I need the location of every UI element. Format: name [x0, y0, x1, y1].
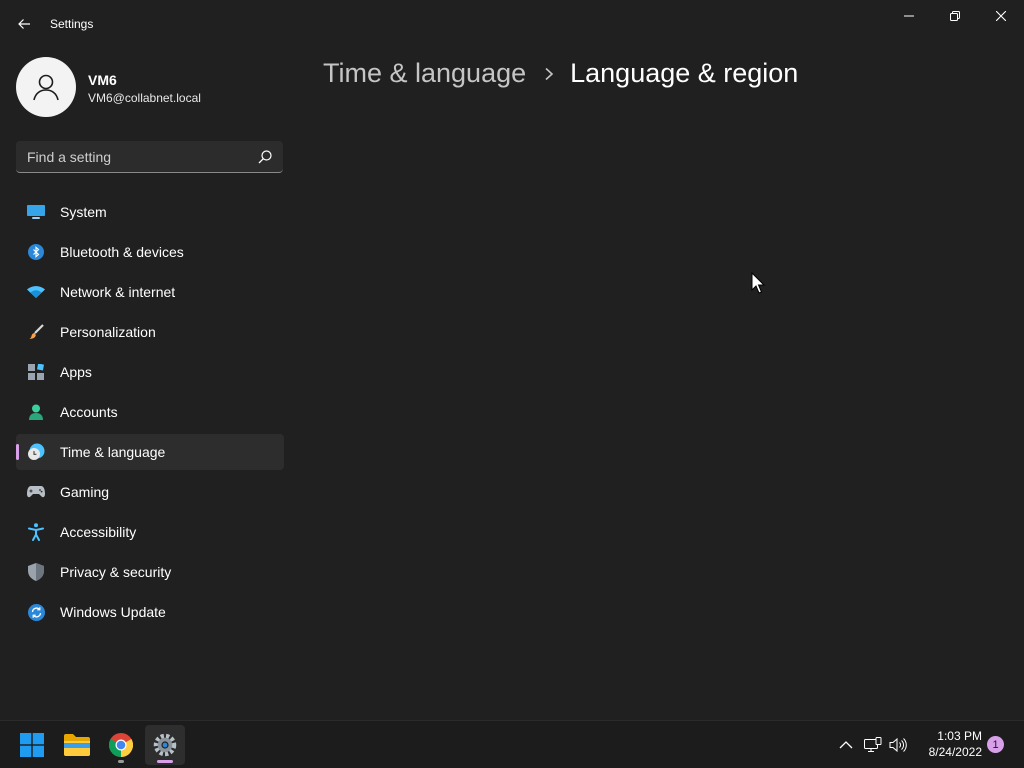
breadcrumb: Time & language Language & region — [323, 58, 798, 89]
page-title: Language & region — [570, 58, 799, 88]
back-arrow-icon — [18, 19, 30, 29]
breadcrumb-parent[interactable]: Time & language — [323, 58, 526, 89]
sidebar-item-system[interactable]: System — [16, 194, 284, 230]
sidebar-item-accounts[interactable]: Accounts — [16, 394, 284, 430]
network-tray-button[interactable] — [863, 735, 883, 755]
chevron-up-icon — [839, 741, 853, 749]
settings-icon — [153, 733, 177, 757]
selection-indicator — [16, 444, 19, 460]
sidebar-item-network[interactable]: Network & internet — [16, 274, 284, 310]
user-email: VM6@collabnet.local — [88, 91, 201, 105]
bluetooth-icon — [27, 243, 45, 261]
sidebar-item-accessibility[interactable]: Accessibility — [16, 514, 284, 550]
active-indicator — [157, 760, 173, 763]
system-icon — [27, 203, 45, 221]
wifi-icon — [27, 283, 45, 301]
sidebar-item-label: Bluetooth & devices — [60, 244, 184, 260]
back-button[interactable] — [10, 10, 38, 38]
app-title: Settings — [50, 17, 94, 31]
chevron-right-icon — [544, 67, 554, 81]
shield-icon — [27, 563, 45, 581]
sidebar-item-personalization[interactable]: Personalization — [16, 314, 284, 350]
clock-time: 1:03 PM — [937, 729, 982, 743]
sidebar-item-label: Apps — [60, 364, 92, 380]
sidebar-item-windows-update[interactable]: Windows Update — [16, 594, 284, 630]
search-icon[interactable] — [257, 149, 273, 165]
sidebar-item-label: System — [60, 204, 107, 220]
accessibility-icon — [27, 523, 45, 541]
mouse-cursor-icon — [751, 272, 765, 294]
clock-date: 8/24/2022 — [928, 745, 982, 759]
clock[interactable]: 1:03 PM 8/24/2022 — [912, 728, 982, 760]
sidebar-nav: System Bluetooth & devices Network & int… — [16, 194, 284, 634]
sidebar-item-label: Network & internet — [60, 284, 176, 300]
sidebar-item-label: Accessibility — [60, 524, 137, 540]
start-button[interactable] — [12, 725, 52, 765]
user-icon — [33, 74, 59, 101]
sidebar-item-privacy[interactable]: Privacy & security — [16, 554, 284, 590]
search-input[interactable] — [16, 141, 256, 172]
sidebar-item-label: Personalization — [60, 324, 156, 340]
sidebar-item-label: Windows Update — [60, 604, 166, 620]
apps-icon — [27, 363, 45, 381]
update-icon — [27, 603, 45, 621]
sidebar-item-bluetooth[interactable]: Bluetooth & devices — [16, 234, 284, 270]
minimize-icon — [904, 15, 914, 17]
sidebar-item-time-language[interactable]: Time & language — [16, 434, 284, 470]
network-icon — [864, 737, 882, 752]
running-indicator — [118, 760, 124, 763]
title-bar: Settings — [0, 0, 1024, 48]
accounts-icon — [27, 403, 45, 421]
close-button[interactable] — [978, 0, 1024, 32]
time-language-icon — [27, 443, 45, 461]
volume-icon — [889, 737, 907, 753]
show-hidden-icons-button[interactable] — [836, 735, 856, 755]
search-box — [16, 141, 283, 173]
brush-icon — [27, 323, 45, 341]
sidebar-item-label: Privacy & security — [60, 564, 172, 580]
sidebar-item-label: Gaming — [60, 484, 110, 500]
chrome-icon — [109, 733, 133, 757]
restore-icon — [950, 11, 960, 21]
close-icon — [996, 11, 1006, 21]
minimize-button[interactable] — [886, 0, 932, 32]
sidebar-item-label: Accounts — [60, 404, 118, 420]
volume-tray-button[interactable] — [888, 735, 908, 755]
sidebar-item-label: Time & language — [60, 444, 166, 460]
taskbar: 1:03 PM 8/24/2022 1 — [0, 720, 1024, 768]
notification-badge[interactable]: 1 — [987, 736, 1004, 753]
file-explorer-icon — [64, 734, 90, 756]
user-name: VM6 — [88, 72, 117, 88]
chrome-button[interactable] — [101, 725, 141, 765]
sidebar-item-gaming[interactable]: Gaming — [16, 474, 284, 510]
start-icon — [20, 733, 44, 757]
sidebar-item-apps[interactable]: Apps — [16, 354, 284, 390]
settings-taskbar-button[interactable] — [145, 725, 185, 765]
avatar[interactable] — [16, 57, 76, 117]
gamepad-icon — [27, 483, 45, 501]
file-explorer-button[interactable] — [57, 725, 97, 765]
restore-button[interactable] — [932, 0, 978, 32]
